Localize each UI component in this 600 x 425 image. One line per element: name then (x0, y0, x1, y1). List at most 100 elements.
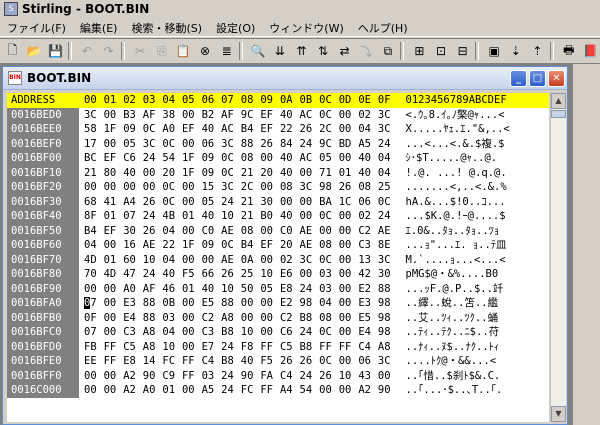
hex-byte[interactable]: 20 (260, 166, 280, 181)
row-text[interactable]: ..｢...･$..､T..｢. (398, 383, 503, 398)
hex-byte[interactable]: 26 (221, 267, 241, 282)
row-text[interactable]: .......<,..<.&.% (398, 180, 507, 195)
delete-icon[interactable]: ⊗ (196, 41, 215, 61)
hex-byte[interactable]: 40 (358, 151, 378, 166)
hex-byte[interactable]: 10 (162, 340, 182, 355)
hex-byte[interactable]: 04 (162, 253, 182, 268)
hex-byte[interactable]: A8 (221, 311, 241, 326)
hex-byte[interactable]: 00 (339, 108, 359, 123)
menu-window[interactable]: ウィンドウ(W) (262, 20, 350, 36)
hex-byte[interactable]: 4D (104, 267, 124, 282)
hex-byte[interactable]: BD (339, 137, 359, 152)
hex-byte[interactable]: E4 (358, 325, 378, 340)
hex-byte[interactable]: 2C (319, 122, 339, 137)
hex-byte[interactable]: 00 (339, 311, 359, 326)
hex-byte[interactable]: A8 (143, 340, 163, 355)
hex-byte[interactable]: 68 (84, 195, 104, 210)
hex-byte[interactable]: A5 (358, 137, 378, 152)
hex-byte[interactable]: 17 (84, 137, 104, 152)
hex-byte[interactable]: 07 (123, 209, 143, 224)
hex-byte[interactable]: 00 (319, 383, 339, 398)
hex-byte[interactable]: 00 (84, 383, 104, 398)
hex-byte[interactable]: 25 (241, 267, 261, 282)
hex-byte[interactable]: 0C (319, 253, 339, 268)
hex-byte[interactable]: 04 (162, 325, 182, 340)
hex-byte[interactable]: C2 (202, 311, 222, 326)
save-icon[interactable]: 💾 (46, 41, 65, 61)
hex-byte[interactable]: 26 (260, 137, 280, 152)
hex-byte[interactable]: 05 (123, 137, 143, 152)
hex-byte[interactable]: 04 (378, 151, 398, 166)
marker-up-icon[interactable]: ⇡ (528, 41, 547, 61)
hex-byte[interactable]: 9C (241, 108, 261, 123)
hex-byte[interactable]: 03 (202, 369, 222, 384)
hex-byte[interactable]: A2 (358, 383, 378, 398)
hex-byte[interactable]: 00 (260, 311, 280, 326)
hex-byte[interactable]: 02 (280, 253, 300, 268)
row-text[interactable]: ｴ.0&..ﾀｮ..ﾀｮ..ﾂｮ (398, 224, 500, 239)
hex-byte[interactable]: 26 (280, 354, 300, 369)
row-text[interactable]: pMG$@・&%....B0 (398, 267, 499, 282)
hex-byte[interactable]: 98 (378, 311, 398, 326)
hex-byte[interactable]: 3C (378, 108, 398, 123)
hex-byte[interactable]: 50 (241, 282, 261, 297)
row-text[interactable]: ...<...<.&.$複.$ (398, 137, 505, 152)
hex-byte[interactable]: 0C (162, 180, 182, 195)
hex-byte[interactable]: 1F (182, 238, 202, 253)
menu-edit[interactable]: 編集(E) (73, 20, 125, 36)
hex-byte[interactable]: AC (300, 151, 320, 166)
hex-byte[interactable]: EF (260, 238, 280, 253)
hex-byte[interactable]: 46 (162, 282, 182, 297)
hex-byte[interactable]: 13 (358, 253, 378, 268)
hex-byte[interactable]: 06 (202, 137, 222, 152)
hex-byte[interactable]: 00 (182, 137, 202, 152)
hex-byte[interactable]: 14 (143, 354, 163, 369)
hex-byte[interactable]: 26 (319, 369, 339, 384)
hex-byte[interactable]: 3C (221, 137, 241, 152)
find-hex-icon[interactable]: ⇅ (314, 41, 333, 61)
hex-byte[interactable]: 21 (241, 166, 261, 181)
hex-byte[interactable]: 21 (241, 209, 261, 224)
hex-byte[interactable]: AE (143, 238, 163, 253)
hex-byte[interactable]: 24 (300, 282, 320, 297)
hex-byte[interactable]: 40 (202, 122, 222, 137)
hex-byte[interactable]: 66 (202, 267, 222, 282)
hex-byte[interactable]: C0 (202, 224, 222, 239)
find-prev-icon[interactable]: ⇈ (292, 41, 311, 61)
hex-byte[interactable]: 07 (84, 325, 104, 340)
hex-byte[interactable]: 10 (260, 267, 280, 282)
hex-byte[interactable]: 00 (182, 253, 202, 268)
hex-byte[interactable]: C9 (162, 369, 182, 384)
hex-byte[interactable]: 09 (202, 238, 222, 253)
hex-byte[interactable]: B4 (84, 224, 104, 239)
close-button[interactable]: ✕ (548, 69, 565, 87)
hex-byte[interactable]: C5 (123, 340, 143, 355)
hex-byte[interactable]: C4 (280, 369, 300, 384)
hex-byte[interactable]: 0C (319, 108, 339, 123)
hex-byte[interactable]: AF (143, 282, 163, 297)
scroll-down-arrow-icon[interactable]: ▼ (551, 406, 566, 422)
hex-byte[interactable]: E8 (123, 354, 143, 369)
hex-byte[interactable]: 00 (319, 224, 339, 239)
hex-byte[interactable]: 26 (143, 224, 163, 239)
hex-view[interactable]: ADDRESS 00 01 02 03 04 05 06 07 08 09 0A 0B 0C 0D 0E 0F… (7, 93, 549, 422)
hex-byte[interactable]: C0 (280, 224, 300, 239)
scroll-thumb[interactable] (551, 110, 566, 118)
hex-byte[interactable]: 00 (260, 253, 280, 268)
find-icon[interactable]: 🔍 (249, 41, 268, 61)
hex-byte[interactable]: C4 (202, 354, 222, 369)
bookmark-prev-icon[interactable]: ⊟ (453, 41, 472, 61)
hex-byte[interactable]: B8 (221, 354, 241, 369)
hex-byte[interactable]: 24 (378, 137, 398, 152)
hex-byte[interactable]: E7 (202, 340, 222, 355)
hex-byte[interactable]: A8 (143, 325, 163, 340)
hex-byte[interactable]: 10 (241, 325, 261, 340)
hex-byte[interactable]: 00 (143, 180, 163, 195)
hex-byte[interactable]: 00 (104, 296, 124, 311)
row-text[interactable]: ...ｯF.@.P..$..竏 (398, 282, 504, 297)
hex-byte[interactable]: EF (260, 122, 280, 137)
hex-byte[interactable]: 01 (339, 166, 359, 181)
hex-byte[interactable]: C2 (358, 224, 378, 239)
hex-byte[interactable]: EE (84, 354, 104, 369)
hex-byte[interactable]: 10 (339, 369, 359, 384)
